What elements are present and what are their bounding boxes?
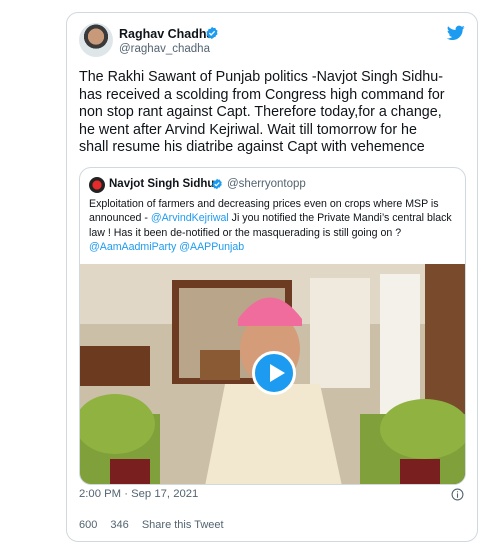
mention-link[interactable]: @AAPPunjab (179, 241, 244, 253)
tweet-text: The Rakhi Sawant of Punjab politics -Nav… (79, 69, 445, 155)
verified-icon (212, 178, 222, 190)
share-button[interactable]: Share this Tweet (142, 519, 224, 531)
mention-link[interactable]: @ArvindKejriwal (151, 212, 229, 224)
quoted-author-avatar[interactable] (89, 177, 105, 193)
author-name[interactable]: Raghav Chadha (119, 27, 213, 41)
video-thumbnail[interactable] (80, 264, 465, 484)
like-count[interactable]: 600 (79, 519, 97, 531)
quoted-tweet-text: Exploitation of farmers and decreasing p… (89, 197, 461, 255)
reply-count[interactable]: 346 (110, 519, 128, 531)
twitter-bird-icon[interactable] (447, 25, 465, 41)
quoted-author-name[interactable]: Navjot Singh Sidhu (109, 178, 214, 190)
mention-link[interactable]: @AamAadmiParty (89, 241, 176, 253)
tweet-actions: 600 346 Share this Tweet (79, 519, 234, 531)
author-handle[interactable]: @raghav_chadha (119, 43, 210, 55)
author-avatar[interactable] (79, 23, 113, 57)
tweet-card[interactable]: Raghav Chadha @raghav_chadha The Rakhi S… (66, 12, 478, 542)
tweet-timestamp[interactable]: 2:00 PM · Sep 17, 2021 (79, 488, 198, 500)
verified-icon (206, 26, 218, 40)
quoted-tweet[interactable]: Navjot Singh Sidhu @sherryontopp Exploit… (79, 167, 466, 485)
info-icon[interactable] (451, 488, 464, 501)
play-button[interactable] (252, 351, 296, 395)
quoted-author-handle[interactable]: @sherryontopp (227, 178, 306, 190)
